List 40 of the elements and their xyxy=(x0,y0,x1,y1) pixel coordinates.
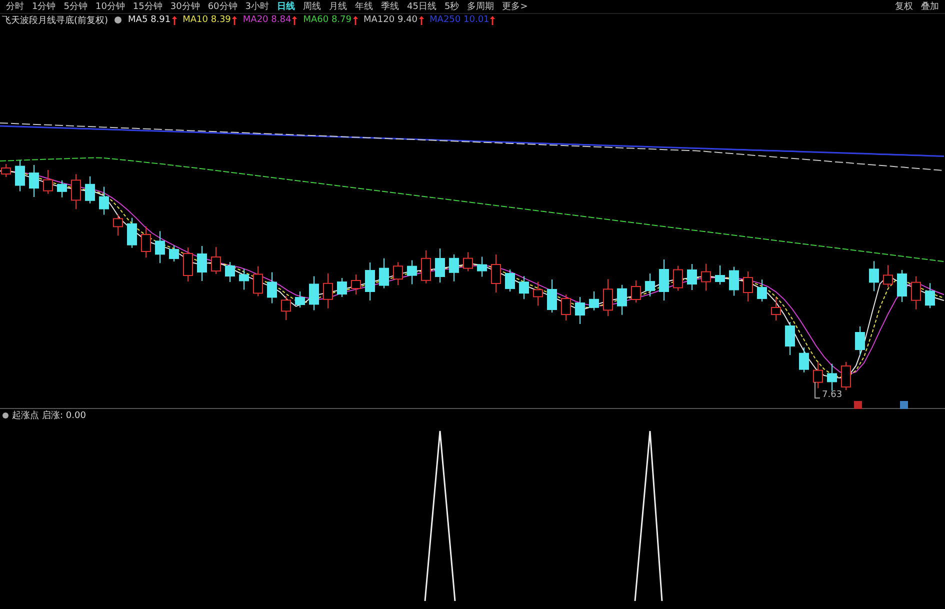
period-tab[interactable]: 1分钟 xyxy=(28,0,60,12)
period-tab[interactable]: 更多> xyxy=(498,0,532,12)
moving-average-reading: MA120 9.40 xyxy=(364,15,418,25)
period-tab[interactable]: 30分钟 xyxy=(166,0,204,12)
period-tab[interactable]: 日线 xyxy=(273,0,300,12)
moving-average-reading: MA5 8.91 xyxy=(128,15,171,25)
period-tab[interactable]: 周线 xyxy=(299,0,326,12)
indicator-name: 起涨点 xyxy=(12,410,39,422)
period-tab[interactable]: 15分钟 xyxy=(128,0,166,12)
period-tab[interactable]: 10分钟 xyxy=(91,0,129,12)
price-label: 7.63 xyxy=(822,390,842,400)
moving-average-reading: MA20 8.84 xyxy=(242,15,292,25)
arrow-up-icon xyxy=(490,16,496,24)
settings-icon[interactable] xyxy=(2,412,9,418)
toolbar-button[interactable]: 复权 xyxy=(891,0,917,12)
arrow-up-icon xyxy=(172,16,177,24)
period-tab[interactable]: 3小时 xyxy=(241,0,274,12)
period-tab[interactable]: 分时 xyxy=(2,0,28,12)
period-tab[interactable]: 年线 xyxy=(351,0,378,12)
period-tab[interactable]: 45日线 xyxy=(403,0,440,12)
leader-line xyxy=(814,382,820,398)
period-tab[interactable]: 月线 xyxy=(325,0,352,12)
moving-average-reading: MA250 10.01 xyxy=(430,15,490,25)
marker-icon xyxy=(854,401,862,409)
moving-average-reading: MA10 8.39 xyxy=(182,15,231,25)
arrow-up-icon xyxy=(352,16,358,24)
arrow-up-icon xyxy=(418,16,424,24)
period-tab[interactable]: 季线 xyxy=(377,0,404,12)
toolbar-button[interactable]: 叠加 xyxy=(917,0,943,12)
chart-title: 飞天波段月线寻底(前复权) xyxy=(2,14,108,26)
period-tab[interactable]: 5分钟 xyxy=(60,0,92,12)
arrow-up-icon xyxy=(232,16,237,24)
period-tab[interactable]: 60分钟 xyxy=(204,0,242,12)
period-tab[interactable]: 5秒 xyxy=(440,0,464,12)
settings-icon[interactable] xyxy=(114,16,122,24)
arrow-up-icon xyxy=(292,16,298,24)
indicator-reading: 启涨: 0.00 xyxy=(42,410,86,422)
period-tab[interactable]: 多周期 xyxy=(463,0,498,12)
moving-average-reading: MA60 8.79 xyxy=(303,15,352,25)
marker-icon xyxy=(900,401,908,409)
